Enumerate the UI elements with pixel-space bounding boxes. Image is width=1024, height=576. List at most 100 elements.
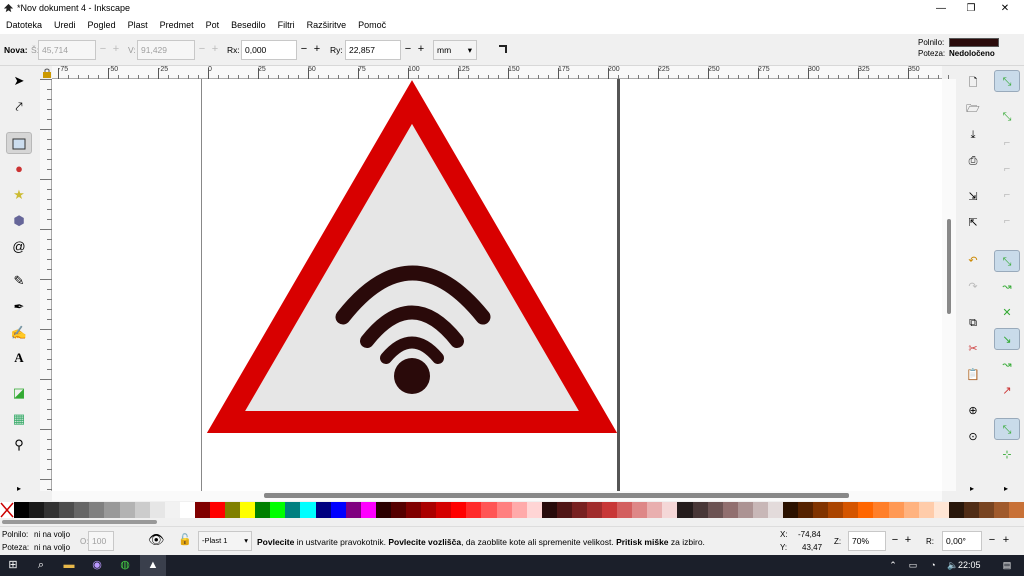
no-paint-swatch[interactable] (0, 502, 14, 518)
undo-icon[interactable]: ↶ (961, 250, 985, 272)
rx-field[interactable]: 0,000 (241, 40, 297, 60)
rectangle-icon[interactable] (6, 132, 32, 154)
palette-swatch[interactable] (14, 502, 30, 518)
text-icon[interactable]: A (6, 347, 32, 369)
width-decrement-button[interactable]: − (97, 40, 109, 60)
cut-icon[interactable]: ✂ (961, 338, 985, 360)
minimize-button[interactable]: — (926, 0, 956, 17)
select-arrow-icon[interactable]: ➤ (6, 70, 32, 92)
3d-box-icon[interactable]: ⬢ (6, 210, 32, 232)
close-button[interactable]: ✕ (990, 0, 1020, 17)
pencil-icon[interactable]: ✎ (6, 270, 32, 292)
circle-icon[interactable]: ● (6, 158, 32, 180)
app-icon[interactable]: ◉ (84, 555, 110, 576)
windows-start-icon[interactable]: ⊞ (0, 555, 26, 576)
menu-besedilo[interactable]: Besedilo (225, 17, 272, 34)
palette-swatch[interactable] (225, 502, 241, 518)
menu-uredi[interactable]: Uredi (48, 17, 82, 34)
palette-swatch[interactable] (240, 502, 256, 518)
palette-swatch[interactable] (119, 502, 135, 518)
palette-swatch[interactable] (451, 502, 467, 518)
zoom-selection-icon[interactable]: ⊕ (961, 400, 985, 422)
zoom-in-button[interactable]: + (902, 531, 914, 551)
palette-swatch[interactable] (345, 502, 361, 518)
zoom-drawing-icon[interactable]: ⊙ (961, 426, 985, 448)
snap-toggle-icon[interactable]: ⤡ (994, 70, 1020, 92)
palette-swatch[interactable] (255, 502, 271, 518)
horizontal-scrollbar[interactable] (52, 491, 942, 501)
palette-swatch[interactable] (963, 502, 979, 518)
palette-swatch[interactable] (556, 502, 572, 518)
rx-decrement-button[interactable]: − (298, 40, 310, 60)
commands-more-icon[interactable]: ▸ (970, 484, 974, 493)
palette-swatch[interactable] (632, 502, 648, 518)
width-increment-button[interactable]: + (110, 40, 122, 60)
inkscape-taskbar-icon[interactable]: ▲ (140, 555, 166, 576)
palette-swatch[interactable] (360, 502, 376, 518)
zoom-out-button[interactable]: − (889, 531, 901, 551)
palette-swatch[interactable] (44, 502, 60, 518)
palette-swatch[interactable] (496, 502, 512, 518)
palette-swatch[interactable] (813, 502, 829, 518)
node-edit-icon[interactable]: ⤤ (6, 96, 32, 118)
snap-paths-icon[interactable]: ↝ (994, 276, 1020, 298)
height-increment-button[interactable]: + (209, 40, 221, 60)
rx-increment-button[interactable]: + (311, 40, 323, 60)
width-field[interactable]: 45,714 (38, 40, 96, 60)
zoom-field[interactable]: 70% (848, 531, 886, 551)
snap-bbox-edge-icon[interactable]: ⌐ (994, 132, 1020, 154)
vertical-scroll-thumb[interactable] (947, 219, 951, 314)
palette-swatch[interactable] (586, 502, 603, 518)
height-field[interactable]: 91,429 (137, 40, 195, 60)
import-icon[interactable]: ⇲ (961, 186, 985, 208)
lock-layer-icon[interactable]: 🔓 (178, 533, 192, 546)
palette-swatch[interactable] (903, 502, 919, 518)
notifications-icon[interactable]: ▤ (994, 555, 1020, 576)
palette-swatch[interactable] (300, 502, 316, 518)
file-explorer-icon[interactable]: ▬ (56, 555, 82, 576)
palette-swatch[interactable] (948, 502, 964, 518)
palette-swatch[interactable] (858, 502, 874, 518)
layer-select[interactable]: -Plast 1 ▾ (198, 531, 252, 551)
palette-swatch[interactable] (828, 502, 844, 518)
menu-predmet[interactable]: Predmet (154, 17, 200, 34)
dropper-icon[interactable]: ⚲ (6, 434, 32, 456)
rotation-increment-button[interactable]: + (1000, 531, 1012, 551)
toolbox-more-icon[interactable]: ▸ (17, 484, 21, 493)
menu-plast[interactable]: Plast (122, 17, 154, 34)
new-document-icon[interactable]: 🗋 (961, 72, 985, 94)
palette-swatch[interactable] (782, 502, 799, 518)
snap-cusp-nodes-icon[interactable]: ↘ (994, 328, 1020, 350)
palette-swatch[interactable] (375, 502, 391, 518)
open-folder-icon[interactable]: 🗁 (961, 98, 985, 120)
snap-intersections-icon[interactable]: ✕ (994, 302, 1020, 324)
palette-swatch[interactable] (59, 502, 75, 518)
palette-swatch[interactable] (194, 502, 211, 518)
pen-icon[interactable]: ✒ (6, 296, 32, 318)
menu-pot[interactable]: Pot (200, 17, 226, 34)
save-icon[interactable]: ⤓ (961, 124, 985, 146)
palette-swatch[interactable] (511, 502, 527, 518)
spiral-icon[interactable]: @ (6, 236, 32, 258)
ry-increment-button[interactable]: + (415, 40, 427, 60)
print-icon[interactable]: ⎙ (961, 150, 985, 172)
palette-swatch[interactable] (179, 502, 195, 518)
palette-swatch[interactable] (933, 502, 949, 518)
palette-swatch[interactable] (722, 502, 738, 518)
palette-swatch[interactable] (767, 502, 783, 518)
palette-swatch[interactable] (210, 502, 226, 518)
palette-swatch[interactable] (994, 502, 1010, 518)
drawing-artwork[interactable] (52, 79, 942, 491)
horizontal-scroll-thumb[interactable] (264, 493, 849, 498)
snap-midpoints-icon[interactable]: ↗ (994, 380, 1020, 402)
snap-more-icon[interactable]: ▸ (1004, 484, 1008, 493)
eye-visibility-icon[interactable]: 👁 (148, 532, 165, 548)
palette-swatch[interactable] (390, 502, 407, 518)
palette-swatch[interactable] (164, 502, 180, 518)
palette-swatch[interactable] (526, 502, 542, 518)
palette-swatch[interactable] (134, 502, 150, 518)
palette-swatch[interactable] (692, 502, 708, 518)
ry-decrement-button[interactable]: − (402, 40, 414, 60)
palette-swatch[interactable] (752, 502, 768, 518)
palette-scrollbar[interactable] (0, 518, 1024, 526)
